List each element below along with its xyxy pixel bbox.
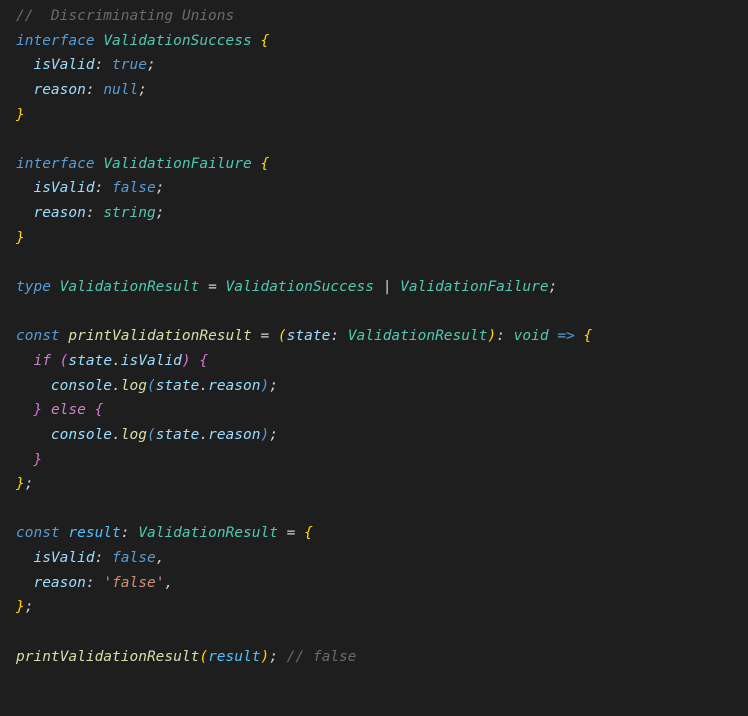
type: string [103,205,155,221]
equals: = [208,279,217,295]
paren: ( [147,378,156,394]
property: reason [33,82,85,98]
property: reason [208,378,260,394]
colon: : [330,328,339,344]
method: log [121,427,147,443]
type-ref: ValidationSuccess [226,279,374,295]
property: isValid [121,353,182,369]
argument: result [208,649,260,665]
colon: : [95,57,104,73]
console: console [51,378,112,394]
boolean: false [112,180,156,196]
semicolon: ; [25,476,34,492]
colon: : [496,328,505,344]
semicolon: ; [269,378,278,394]
variable: state [156,427,200,443]
dot: . [112,378,121,394]
dot: . [199,427,208,443]
equals: = [287,525,296,541]
comma: , [156,550,165,566]
paren: ) [182,353,191,369]
semicolon: ; [138,82,147,98]
colon: : [95,180,104,196]
colon: : [95,550,104,566]
variable: state [156,378,200,394]
method: log [121,378,147,394]
paren: ) [260,427,269,443]
brace: } [33,452,42,468]
semicolon: ; [269,649,278,665]
semicolon: ; [156,205,165,221]
keyword-if: if [33,353,50,369]
brace: { [260,33,269,49]
equals: = [260,328,269,344]
brace: { [260,156,269,172]
semicolon: ; [549,279,558,295]
const-name: result [68,525,120,541]
paren: ( [147,427,156,443]
keyword-const: const [16,328,60,344]
console: console [51,427,112,443]
type-ref: ValidationResult [138,525,278,541]
dot: . [112,353,121,369]
property: isValid [33,550,94,566]
dot: . [112,427,121,443]
param: state [287,328,331,344]
comment: // false [287,649,357,665]
paren: ) [487,328,496,344]
paren: ) [260,378,269,394]
brace: { [584,328,593,344]
semicolon: ; [147,57,156,73]
pipe: | [383,279,392,295]
paren: ) [260,649,269,665]
colon: : [121,525,130,541]
variable: state [68,353,112,369]
comment-line: // Discriminating Unions [16,8,234,24]
keyword-else: else [51,402,86,418]
brace: } [16,599,25,615]
boolean: true [112,57,147,73]
keyword-interface: interface [16,156,95,172]
colon: : [86,205,95,221]
type-ref: ValidationFailure [400,279,548,295]
property: isValid [33,180,94,196]
func-call: printValidationResult [16,649,199,665]
colon: : [86,82,95,98]
string: 'false' [103,575,164,591]
comma: , [164,575,173,591]
brace: { [304,525,313,541]
semicolon: ; [269,427,278,443]
semicolon: ; [25,599,34,615]
code-block: // Discriminating Unions interface Valid… [16,4,732,669]
null: null [103,82,138,98]
keyword-const: const [16,525,60,541]
property: isValid [33,57,94,73]
type-name: ValidationResult [60,279,200,295]
brace: } [16,476,25,492]
func-name: printValidationResult [68,328,251,344]
brace: { [95,402,104,418]
colon: : [86,575,95,591]
paren: ( [199,649,208,665]
keyword-interface: interface [16,33,95,49]
property: reason [208,427,260,443]
brace: } [16,107,25,123]
property: reason [33,575,85,591]
arrow: => [557,328,574,344]
semicolon: ; [156,180,165,196]
brace: { [199,353,208,369]
boolean: false [112,550,156,566]
type-ref: ValidationResult [348,328,488,344]
type-name: ValidationFailure [103,156,251,172]
paren: ( [278,328,287,344]
return-type: void [514,328,549,344]
keyword-type: type [16,279,51,295]
type-name: ValidationSuccess [103,33,251,49]
dot: . [199,378,208,394]
property: reason [33,205,85,221]
brace: } [16,230,25,246]
brace: } [33,402,42,418]
